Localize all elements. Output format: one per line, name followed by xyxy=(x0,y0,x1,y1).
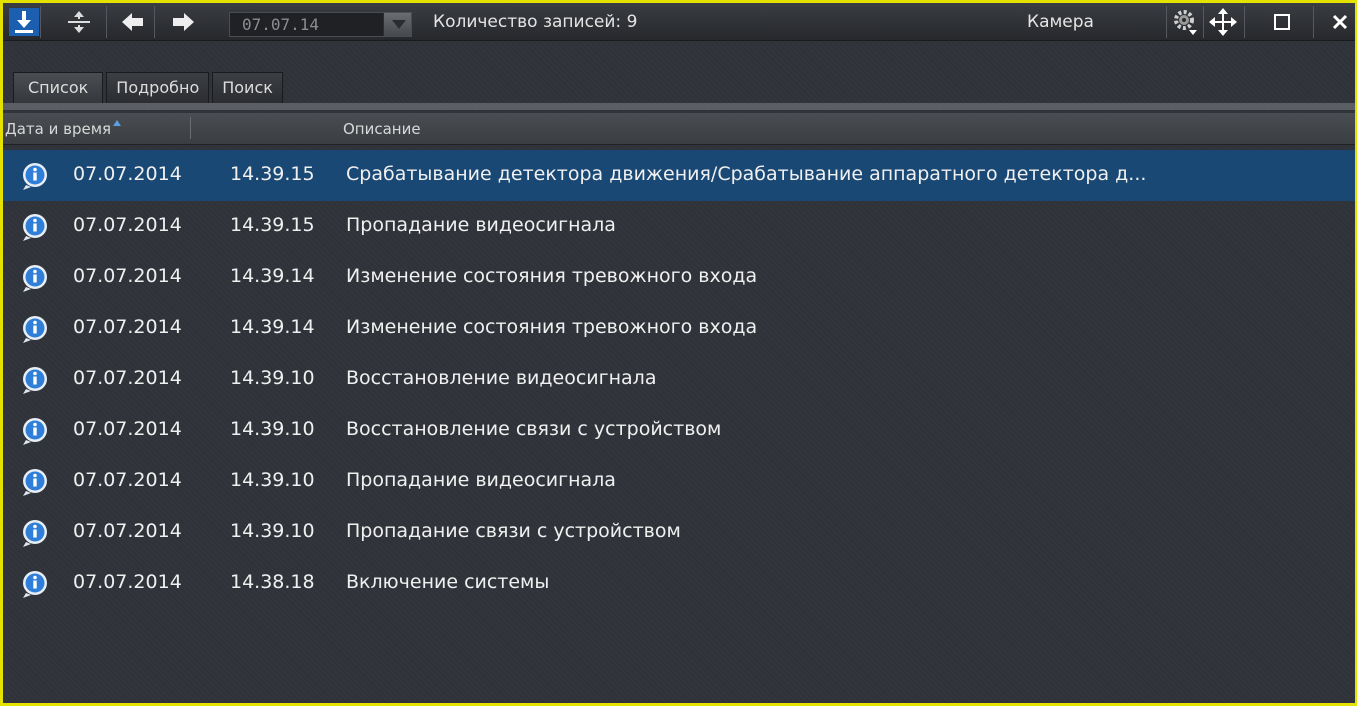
back-button[interactable] xyxy=(118,8,148,36)
event-description: Включение системы xyxy=(346,571,550,593)
arrow-left-icon xyxy=(122,13,143,31)
event-description: Срабатывание детектора движения/Срабатыв… xyxy=(346,163,1147,185)
event-time: 14.38.18 xyxy=(230,571,315,593)
event-date: 07.07.2014 xyxy=(73,316,182,338)
date-dropdown-button[interactable] xyxy=(383,13,411,36)
event-row[interactable]: 07.07.2014 14.39.14 Изменение состояния тр… xyxy=(3,303,1355,354)
download-button[interactable] xyxy=(9,8,39,36)
event-row[interactable]: 07.07.2014 14.39.15 Срабатывание детектора… xyxy=(3,150,1355,201)
info-icon xyxy=(23,469,47,496)
sort-ascending-icon xyxy=(113,120,122,126)
move-icon xyxy=(1209,8,1237,36)
tab-details[interactable]: Подробно xyxy=(106,72,210,104)
info-icon xyxy=(23,163,47,190)
event-time: 14.39.15 xyxy=(230,214,315,236)
event-row[interactable]: 07.07.2014 14.39.10 Восстановление видеоси… xyxy=(3,354,1355,405)
toolbar-separator xyxy=(40,6,41,38)
event-time: 14.39.14 xyxy=(230,316,315,338)
info-icon xyxy=(23,265,47,292)
event-description: Пропадание видеосигнала xyxy=(346,469,616,491)
tab-search[interactable]: Поиск xyxy=(212,72,283,104)
event-row[interactable]: 07.07.2014 14.39.10 Пропадание видеосигнал… xyxy=(3,456,1355,507)
date-value: 07.07.14 xyxy=(242,15,320,34)
tab-list[interactable]: Список xyxy=(13,72,104,104)
event-list: 07.07.2014 14.39.15 Срабатывание детектора… xyxy=(3,150,1355,609)
event-date: 07.07.2014 xyxy=(73,214,182,236)
tab-bar: Список Подробно Поиск xyxy=(13,72,286,104)
records-count: Количество записей: 9 xyxy=(433,12,638,32)
forward-button[interactable] xyxy=(168,8,198,36)
arrow-right-icon xyxy=(173,13,194,31)
close-icon xyxy=(1332,14,1348,30)
event-description: Пропадание видеосигнала xyxy=(346,214,616,236)
toolbar-separator xyxy=(106,6,107,38)
tab-underline xyxy=(3,103,1355,110)
event-description: Изменение состояния тревожного входа xyxy=(346,265,758,287)
event-time: 14.39.10 xyxy=(230,418,315,440)
download-icon xyxy=(15,11,33,33)
event-description: Изменение состояния тревожного входа xyxy=(346,316,758,338)
event-description: Пропадание связи с устройством xyxy=(346,520,681,542)
event-time: 14.39.15 xyxy=(230,163,315,185)
split-icon xyxy=(68,11,90,33)
info-icon xyxy=(23,418,47,445)
column-description[interactable]: Описание xyxy=(343,120,421,138)
info-icon xyxy=(23,316,47,343)
close-button[interactable] xyxy=(1325,8,1355,36)
event-row[interactable]: 07.07.2014 14.39.10 Восстановление связи с… xyxy=(3,405,1355,456)
toolbar-separator xyxy=(1313,6,1314,38)
camera-label[interactable]: Камера xyxy=(1027,12,1094,32)
list-header: Дата и время Описание xyxy=(3,113,1355,145)
event-time: 14.39.14 xyxy=(230,265,315,287)
event-row[interactable]: 07.07.2014 14.39.15 Пропадание видеосигнал… xyxy=(3,201,1355,252)
event-row[interactable]: 07.07.2014 14.39.14 Изменение состояния тр… xyxy=(3,252,1355,303)
event-date: 07.07.2014 xyxy=(73,367,182,389)
maximize-button[interactable] xyxy=(1267,8,1297,36)
gear-icon xyxy=(1174,10,1197,35)
event-row[interactable]: 07.07.2014 14.39.10 Пропадание связи с уст… xyxy=(3,507,1355,558)
event-date: 07.07.2014 xyxy=(73,469,182,491)
maximize-icon xyxy=(1274,14,1290,30)
event-date: 07.07.2014 xyxy=(73,520,182,542)
event-date: 07.07.2014 xyxy=(73,418,182,440)
column-datetime[interactable]: Дата и время xyxy=(5,120,122,138)
settings-button[interactable] xyxy=(1171,8,1201,36)
toolbar: 07.07.14 Количество записей: 9 Камера xyxy=(3,3,1355,41)
toolbar-separator xyxy=(1203,6,1204,38)
column-datetime-label: Дата и время xyxy=(5,120,112,138)
info-icon xyxy=(23,520,47,547)
event-date: 07.07.2014 xyxy=(73,265,182,287)
info-icon xyxy=(23,571,47,598)
event-time: 14.39.10 xyxy=(230,367,315,389)
info-icon xyxy=(23,214,47,241)
event-log-window: 07.07.14 Количество записей: 9 Камера Сп… xyxy=(0,0,1357,706)
toolbar-separator xyxy=(1244,6,1245,38)
column-divider[interactable] xyxy=(190,117,191,139)
event-time: 14.39.10 xyxy=(230,520,315,542)
date-picker[interactable]: 07.07.14 xyxy=(229,12,412,37)
toolbar-separator xyxy=(154,6,155,38)
move-button[interactable] xyxy=(1208,8,1238,36)
event-date: 07.07.2014 xyxy=(73,571,182,593)
split-button[interactable] xyxy=(64,8,94,36)
event-date: 07.07.2014 xyxy=(73,163,182,185)
event-description: Восстановление видеосигнала xyxy=(346,367,657,389)
event-row[interactable]: 07.07.2014 14.38.18 Включение системы xyxy=(3,558,1355,609)
info-icon xyxy=(23,367,47,394)
event-description: Восстановление связи с устройством xyxy=(346,418,722,440)
event-time: 14.39.10 xyxy=(230,469,315,491)
toolbar-separator xyxy=(1166,6,1167,38)
